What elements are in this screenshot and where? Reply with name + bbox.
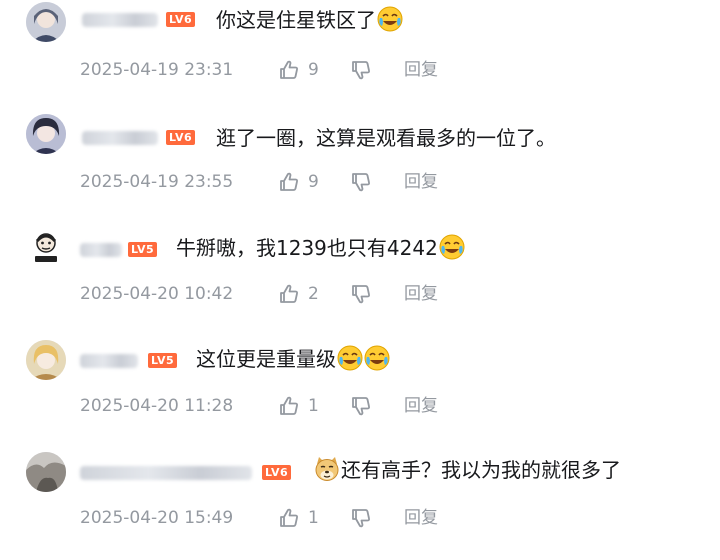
comment-time: 2025-04-19 23:31 (80, 60, 234, 80)
thumb-down-icon[interactable] (350, 171, 372, 193)
comment-body: 逛了一圈，这算是观看最多的一位了。 (216, 126, 556, 150)
avatar[interactable] (26, 114, 66, 154)
comment-text: 逛了一圈，这算是观看最多的一位了。 (216, 124, 556, 152)
doge-emoji (314, 456, 340, 482)
reply-button[interactable]: 回复 (404, 506, 438, 530)
thumb-up-icon[interactable] (278, 507, 300, 529)
comment-time: 2025-04-19 23:55 (80, 172, 234, 192)
like-count: 1 (308, 508, 319, 528)
comment-time: 2025-04-20 10:42 (80, 284, 234, 304)
avatar[interactable] (26, 452, 66, 492)
username-blurred[interactable] (80, 243, 122, 257)
thumb-up-icon[interactable] (278, 171, 300, 193)
comment-item: LV6 逛了一圈，这算是观看最多的一位了。 2025-04-19 23:55 9… (0, 112, 720, 224)
level-badge: LV6 (166, 12, 196, 27)
level-badge: LV5 (128, 242, 158, 257)
comment-text: 牛掰嗷，我1239也只有4242 (176, 234, 465, 262)
avatar[interactable] (26, 2, 66, 42)
comment-item: LV5 这位更是重量级 2025-04-20 11:28 1 回复 (0, 336, 720, 448)
avatar[interactable] (26, 340, 66, 380)
comment-text: 还有高手？我以为我的就很多了 (314, 456, 621, 484)
avatar[interactable] (26, 228, 66, 268)
comment-text: 你这是住星铁区了 (216, 6, 403, 34)
laugh-cry-emoji (364, 345, 390, 371)
username-blurred[interactable] (82, 13, 158, 27)
thumb-up-icon[interactable] (278, 283, 300, 305)
comment-item: LV6 还有高手？我以为我的就很多了 2025-04-20 15:49 1 回复 (0, 448, 720, 560)
like-count: 9 (308, 60, 319, 80)
reply-button[interactable]: 回复 (404, 170, 438, 194)
comment-item: LV6 你这是住星铁区了 2025-04-19 23:31 9 回复 (0, 0, 720, 112)
reply-button[interactable]: 回复 (404, 282, 438, 306)
comment-text: 这位更是重量级 (196, 345, 390, 373)
reply-button[interactable]: 回复 (404, 394, 438, 418)
reply-button[interactable]: 回复 (404, 58, 438, 82)
comment-time: 2025-04-20 15:49 (80, 508, 234, 528)
like-count: 9 (308, 172, 319, 192)
username-blurred[interactable] (80, 466, 252, 480)
username-blurred[interactable] (80, 354, 138, 368)
laugh-cry-emoji (337, 345, 363, 371)
comment-body: 还有高手？我以为我的就很多了 (341, 458, 621, 482)
thumb-up-icon[interactable] (278, 59, 300, 81)
comment-item: LV5 牛掰嗷，我1239也只有4242 2025-04-20 10:42 2 … (0, 224, 720, 336)
level-badge: LV6 (166, 130, 196, 145)
like-count: 1 (308, 396, 319, 416)
comment-body: 这位更是重量级 (196, 347, 336, 371)
thumb-up-icon[interactable] (278, 395, 300, 417)
laugh-cry-emoji (439, 234, 465, 260)
comment-body: 你这是住星铁区了 (216, 8, 376, 32)
thumb-down-icon[interactable] (350, 283, 372, 305)
level-badge: LV5 (148, 353, 178, 368)
comment-body: 牛掰嗷，我1239也只有4242 (176, 236, 438, 260)
laugh-cry-emoji (377, 6, 403, 32)
level-badge: LV6 (262, 465, 292, 480)
thumb-down-icon[interactable] (350, 59, 372, 81)
thumb-down-icon[interactable] (350, 395, 372, 417)
thumb-down-icon[interactable] (350, 507, 372, 529)
comment-time: 2025-04-20 11:28 (80, 396, 234, 416)
like-count: 2 (308, 284, 319, 304)
username-blurred[interactable] (82, 131, 158, 145)
